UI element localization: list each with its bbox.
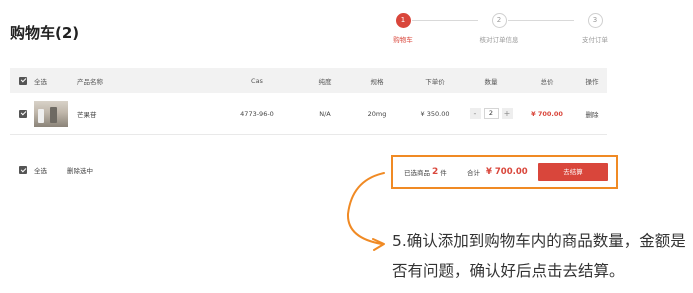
shopping-cart-page: 购物车(2) 1 购物车 2 核对订单信息 3 支付订单 全选 产品名称 Cas… — [0, 0, 693, 293]
tutorial-annotation-text: 5.确认添加到购物车内的商品数量，金额是否有问题，确认好后点击去结算。 — [392, 232, 686, 280]
